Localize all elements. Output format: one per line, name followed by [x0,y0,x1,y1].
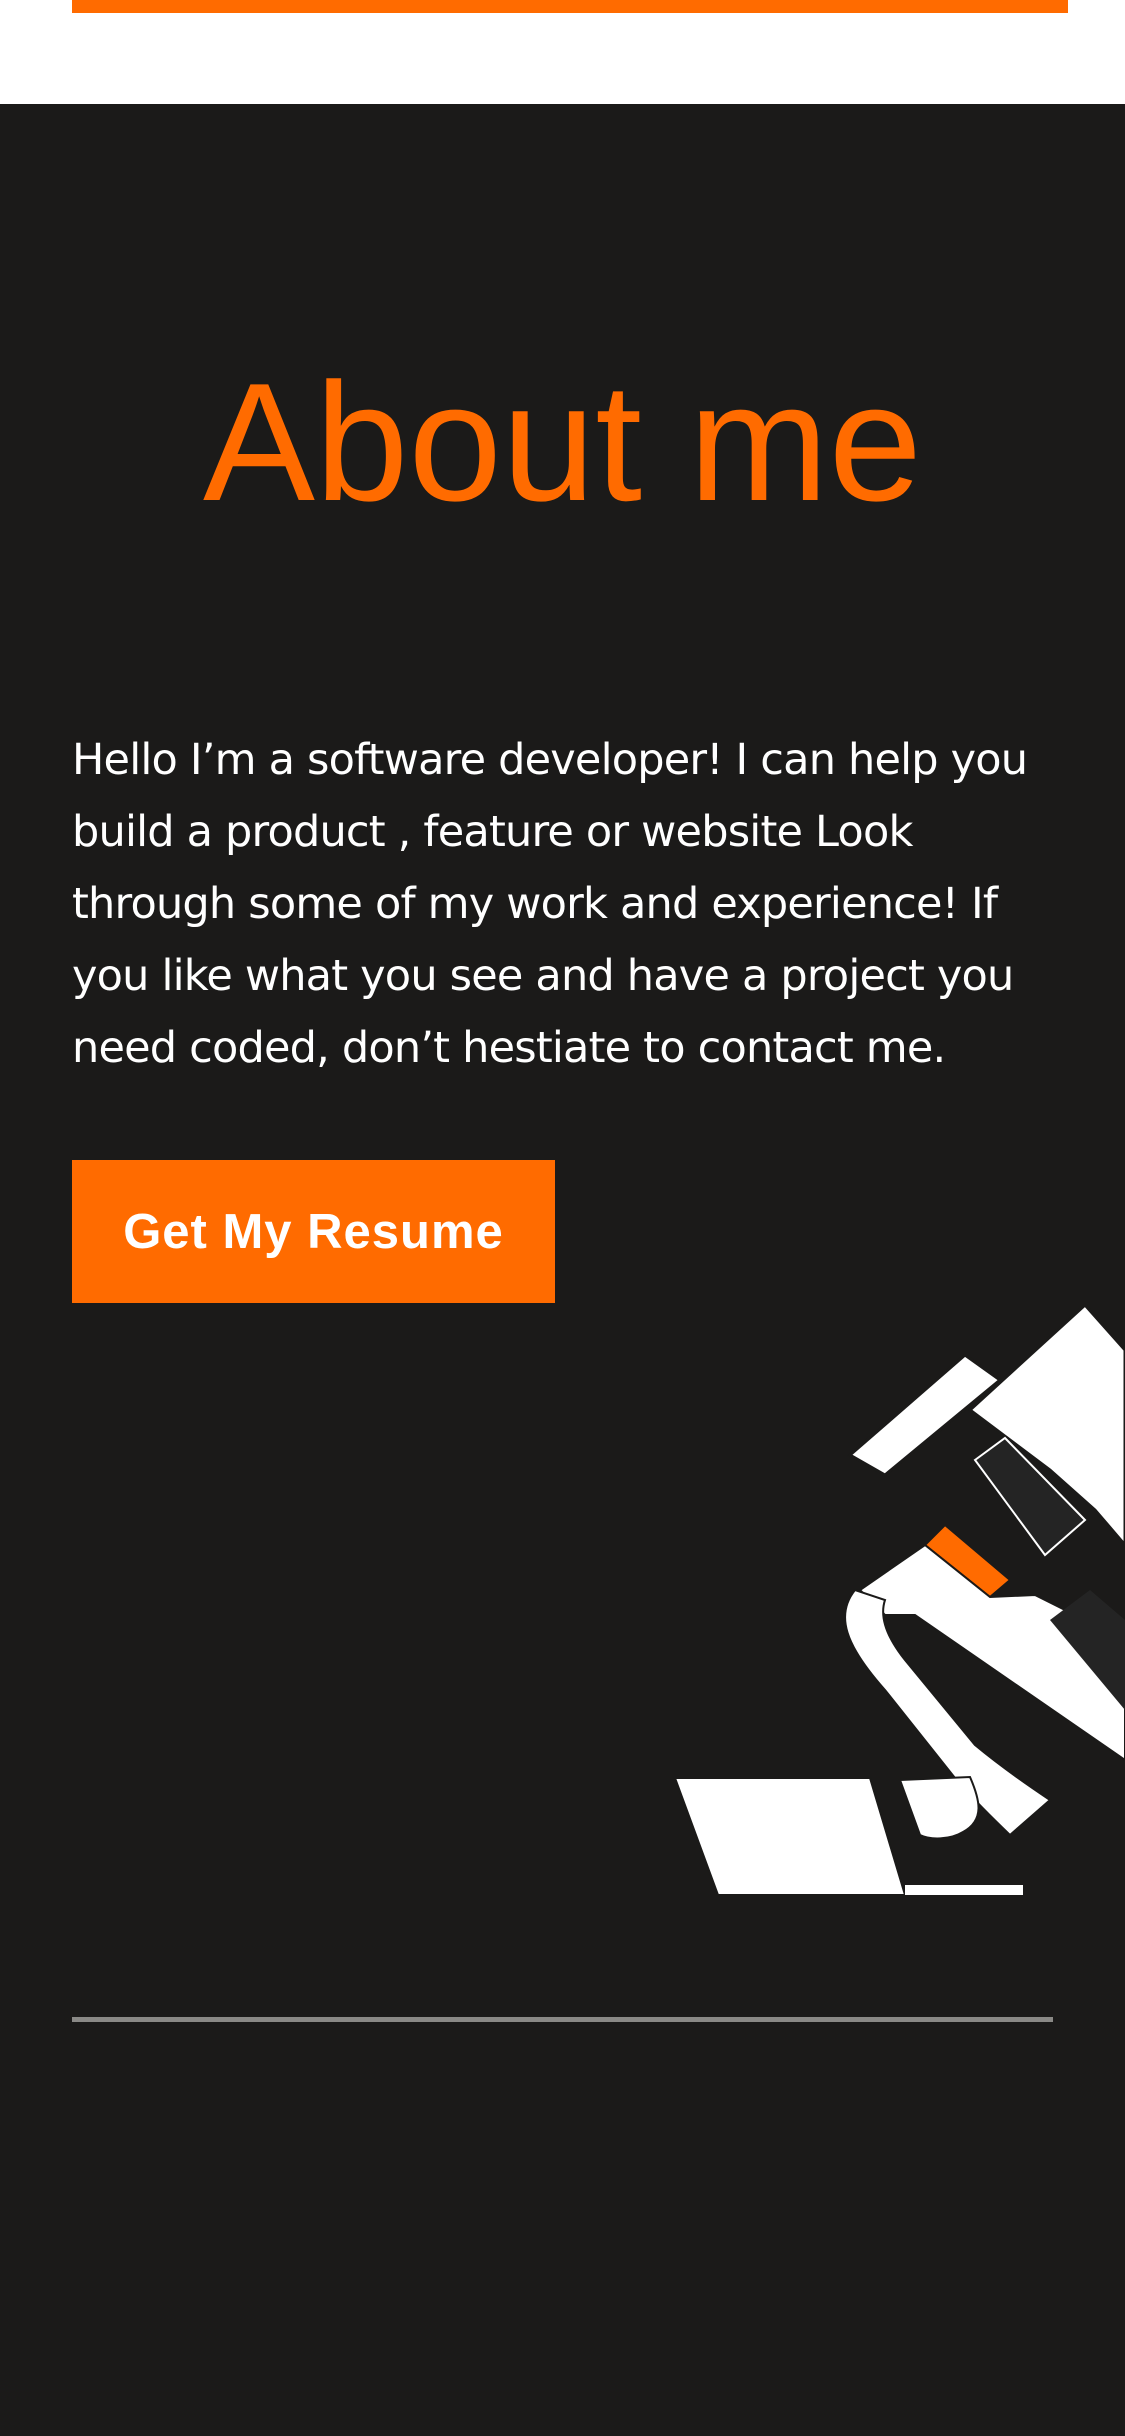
about-description: Hello I’m a software developer! I can he… [72,735,1028,1073]
about-page: About me Hello I’m a software developer!… [0,0,1125,2436]
top-accent-bar [72,0,1068,13]
white-base-curve [898,1775,980,1840]
white-floor-line [905,1885,1023,1895]
section-divider [72,2017,1053,2022]
top-strip [0,0,1125,104]
white-floor-panel [673,1777,907,1896]
get-resume-button[interactable]: Get My Resume [72,1160,555,1303]
about-title: About me [202,348,923,536]
abstract-figure-illustration [673,1302,1125,1896]
